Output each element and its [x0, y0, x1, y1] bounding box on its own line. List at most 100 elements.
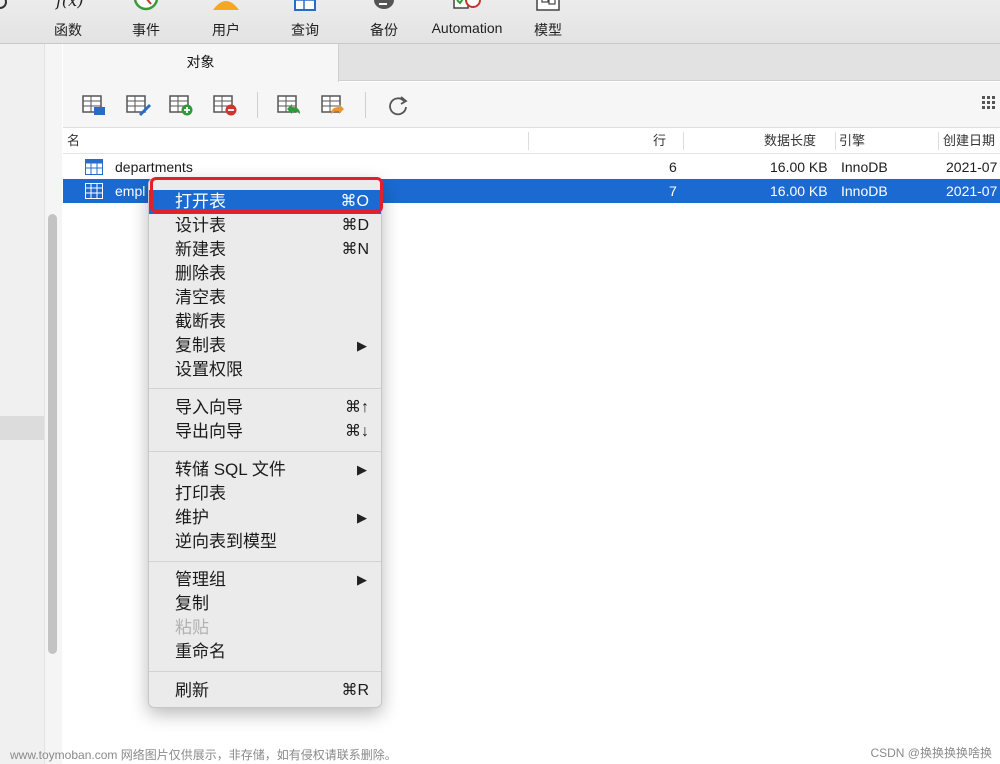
create-date: 2021-07: [946, 159, 998, 175]
menu-item-label: 打印表: [175, 484, 226, 503]
view-icon: [0, 0, 7, 9]
menu-shortcut: ⌘N: [341, 241, 369, 258]
menu-item-manage-group[interactable]: 管理组 ▶: [149, 568, 381, 592]
toolbar-separator: [365, 92, 366, 118]
toolbar-label: 用户: [212, 22, 240, 38]
menu-item-design-table[interactable]: 设计表 ⌘D: [149, 214, 381, 238]
submenu-arrow-icon: ▶: [357, 572, 367, 587]
menu-shortcut: ⌘↑: [345, 399, 369, 416]
automation-icon: [453, 0, 481, 9]
menu-item-export-wizard[interactable]: 导出向导 ⌘↓: [149, 420, 381, 444]
model-icon: [536, 0, 560, 11]
watermark-right: CSDN @换换换换啥换: [870, 746, 992, 760]
data-length: 16.00 KB: [770, 183, 828, 199]
menu-item-dump-sql[interactable]: 转储 SQL 文件 ▶: [149, 458, 381, 482]
watermark-left: www.toymoban.com 网络图片仅供展示，非存储，如有侵权请联系删除。: [10, 748, 397, 762]
menu-item-label: 维护: [175, 508, 209, 527]
engine: InnoDB: [841, 159, 888, 175]
submenu-arrow-icon: ▶: [357, 338, 367, 353]
sidebar: [0, 44, 62, 764]
menu-item-label: 导出向导: [175, 422, 243, 441]
table-name: departments: [115, 159, 193, 175]
menu-item-refresh[interactable]: 刷新 ⌘R: [149, 679, 381, 703]
menu-shortcut: ⌘D: [341, 217, 369, 234]
table-header: 名 行 数据长度 引擎 创建日期: [63, 128, 1000, 154]
menu-item-delete-table[interactable]: 删除表: [149, 262, 381, 286]
menu-item-paste: 粘贴: [149, 616, 381, 640]
user-icon: [213, 1, 239, 10]
toolbar-item-automation[interactable]: Automation: [424, 0, 510, 44]
menu-item-copy[interactable]: 复制: [149, 592, 381, 616]
menu-item-set-permissions[interactable]: 设置权限: [149, 358, 381, 382]
export-icon[interactable]: [320, 94, 346, 116]
column-header-engine[interactable]: 引擎: [839, 128, 865, 154]
menu-item-label: 设计表: [175, 216, 226, 235]
toolbar-label: Automation: [431, 20, 503, 36]
menu-separator: [149, 561, 381, 562]
menu-separator: [149, 388, 381, 389]
toolbar-item-view[interactable]: [0, 0, 10, 44]
menu-item-new-table[interactable]: 新建表 ⌘N: [149, 238, 381, 262]
toolbar-item-events[interactable]: 事件: [118, 0, 174, 44]
table-row[interactable]: departments 6 16.00 KB InnoDB 2021-07: [63, 155, 1000, 179]
highlight-annotation-box: [150, 177, 383, 213]
svg-text:f(x): f(x): [55, 0, 83, 10]
menu-item-rename[interactable]: 重命名: [149, 640, 381, 664]
menu-item-label: 复制表: [175, 336, 226, 355]
delete-table-icon[interactable]: [212, 94, 238, 116]
menu-item-reverse-to-model[interactable]: 逆向表到模型: [149, 530, 381, 554]
object-toolbar: [63, 82, 1000, 128]
menu-item-print-table[interactable]: 打印表: [149, 482, 381, 506]
import-icon[interactable]: [276, 94, 302, 116]
menu-item-label: 重命名: [175, 642, 226, 661]
toolbar-item-query[interactable]: 查询: [277, 0, 333, 44]
column-divider: [835, 132, 836, 150]
refresh-icon[interactable]: [385, 94, 411, 116]
function-icon: f(x): [55, 0, 83, 10]
menu-item-label: 设置权限: [175, 360, 243, 379]
open-table-icon[interactable]: [81, 94, 107, 116]
column-header-name[interactable]: 名: [67, 128, 80, 154]
row-count: 6: [669, 159, 677, 175]
sidebar-selected-item[interactable]: [0, 416, 44, 440]
menu-item-truncate-table[interactable]: 截断表: [149, 310, 381, 334]
toolbar-item-backup[interactable]: 备份: [356, 0, 412, 44]
toolbar-item-model[interactable]: 模型: [520, 0, 576, 44]
menu-item-maintenance[interactable]: 维护 ▶: [149, 506, 381, 530]
table-icon: [85, 159, 103, 175]
design-table-icon[interactable]: [125, 94, 151, 116]
engine: InnoDB: [841, 183, 888, 199]
menu-item-label: 清空表: [175, 288, 226, 307]
column-header-created[interactable]: 创建日期: [943, 128, 995, 154]
menu-item-label: 删除表: [175, 264, 226, 283]
toolbar-label: 函数: [54, 22, 82, 38]
column-header-rows[interactable]: 行: [653, 128, 666, 154]
submenu-arrow-icon: ▶: [357, 462, 367, 477]
menu-item-label: 截断表: [175, 312, 226, 331]
menu-item-duplicate-table[interactable]: 复制表 ▶: [149, 334, 381, 358]
row-count: 7: [669, 183, 677, 199]
column-header-data-length[interactable]: 数据长度: [764, 128, 816, 154]
tab-objects[interactable]: 对象: [63, 44, 339, 82]
event-clock-icon: [133, 0, 159, 11]
menu-item-empty-table[interactable]: 清空表: [149, 286, 381, 310]
toolbar-label: 事件: [132, 22, 160, 38]
query-icon: [294, 0, 316, 11]
menu-item-label: 复制: [175, 594, 209, 613]
sidebar-scrollbar-thumb[interactable]: [48, 214, 57, 654]
toolbar-item-functions[interactable]: f(x) 函数: [40, 0, 96, 44]
menu-item-import-wizard[interactable]: 导入向导 ⌘↑: [149, 396, 381, 420]
new-table-icon[interactable]: [168, 94, 194, 116]
menu-item-label: 管理组: [175, 570, 226, 589]
column-divider: [683, 132, 684, 150]
navicat-window: f(x) 函数 事件 用户 查询 备份 Automation 模型 对象 名 行…: [0, 0, 1000, 764]
menu-item-label: 粘贴: [175, 618, 209, 637]
main-toolbar: f(x) 函数 事件 用户 查询 备份 Automation 模型: [0, 0, 1000, 44]
table-name: empl: [115, 183, 146, 199]
column-divider: [528, 132, 529, 150]
grid-view-icon[interactable]: [982, 96, 998, 112]
data-length: 16.00 KB: [770, 159, 828, 175]
create-date: 2021-07: [946, 183, 998, 199]
submenu-arrow-icon: ▶: [357, 510, 367, 525]
toolbar-item-users[interactable]: 用户: [198, 0, 254, 44]
